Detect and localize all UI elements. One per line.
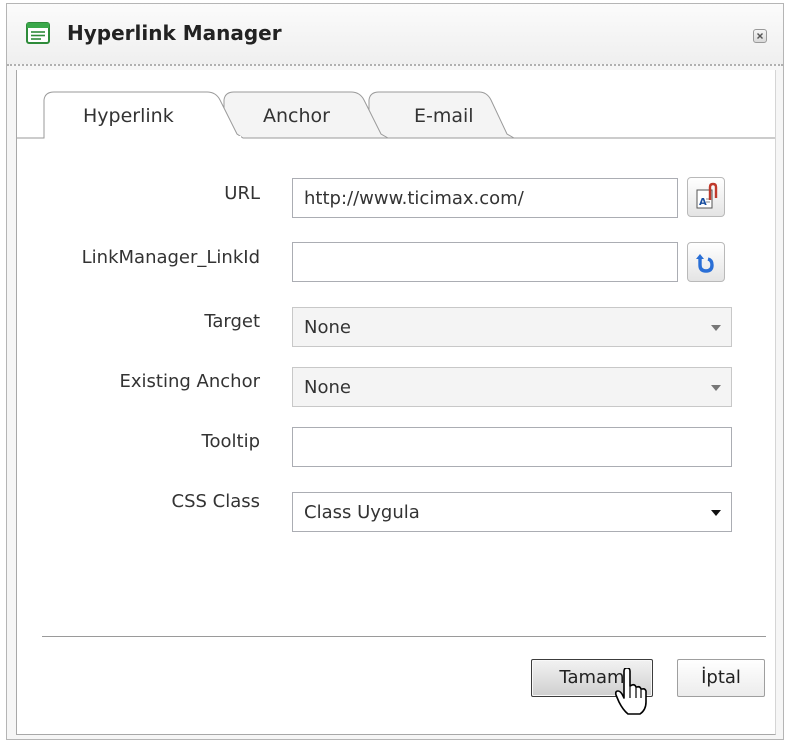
document-manager-button[interactable]: A [687,177,725,217]
close-button[interactable] [753,29,767,43]
existing-anchor-select[interactable]: None [292,367,732,407]
refresh-button[interactable] [687,242,725,282]
dialog-title: Hyperlink Manager [67,21,282,45]
document-paperclip-icon: A [696,182,718,209]
existing-anchor-select-value: None [304,377,351,398]
target-select-value: None [304,317,351,338]
close-icon [757,33,763,39]
chevron-down-icon [711,510,721,516]
linkid-input[interactable] [292,242,678,282]
svg-text:A: A [699,197,707,208]
title-bar[interactable]: Hyperlink Manager [7,4,783,64]
hand-pointer-icon [614,668,647,715]
chevron-down-icon [711,385,721,391]
hyperlink-manager-dialog: Hyperlink Manager Hyperlink Anchor E-mai… [6,3,784,740]
dialog-content: Hyperlink Anchor E-mail URL http://www.t… [16,70,776,735]
css-class-label: CSS Class [171,491,261,512]
tab-anchor[interactable]: Anchor [263,105,330,127]
chevron-down-icon [711,325,721,331]
tooltip-label: Tooltip [201,431,260,452]
url-label: URL [224,183,260,204]
css-class-select-value: Class Uygula [304,502,420,523]
tab-hyperlink[interactable]: Hyperlink [83,105,174,127]
title-divider [7,64,783,66]
css-class-select[interactable]: Class Uygula [292,492,732,532]
footer-divider [42,636,766,637]
target-select[interactable]: None [292,307,732,347]
cancel-button[interactable]: İptal [677,659,765,697]
existing-anchor-label: Existing Anchor [119,371,260,392]
tab-email[interactable]: E-mail [414,105,474,127]
target-label: Target [204,311,260,332]
linkid-label: LinkManager_LinkId [81,247,260,268]
url-input[interactable]: http://www.ticimax.com/ [292,178,678,218]
refresh-icon [696,254,714,273]
tooltip-input[interactable] [292,427,732,467]
window-icon [26,22,50,44]
